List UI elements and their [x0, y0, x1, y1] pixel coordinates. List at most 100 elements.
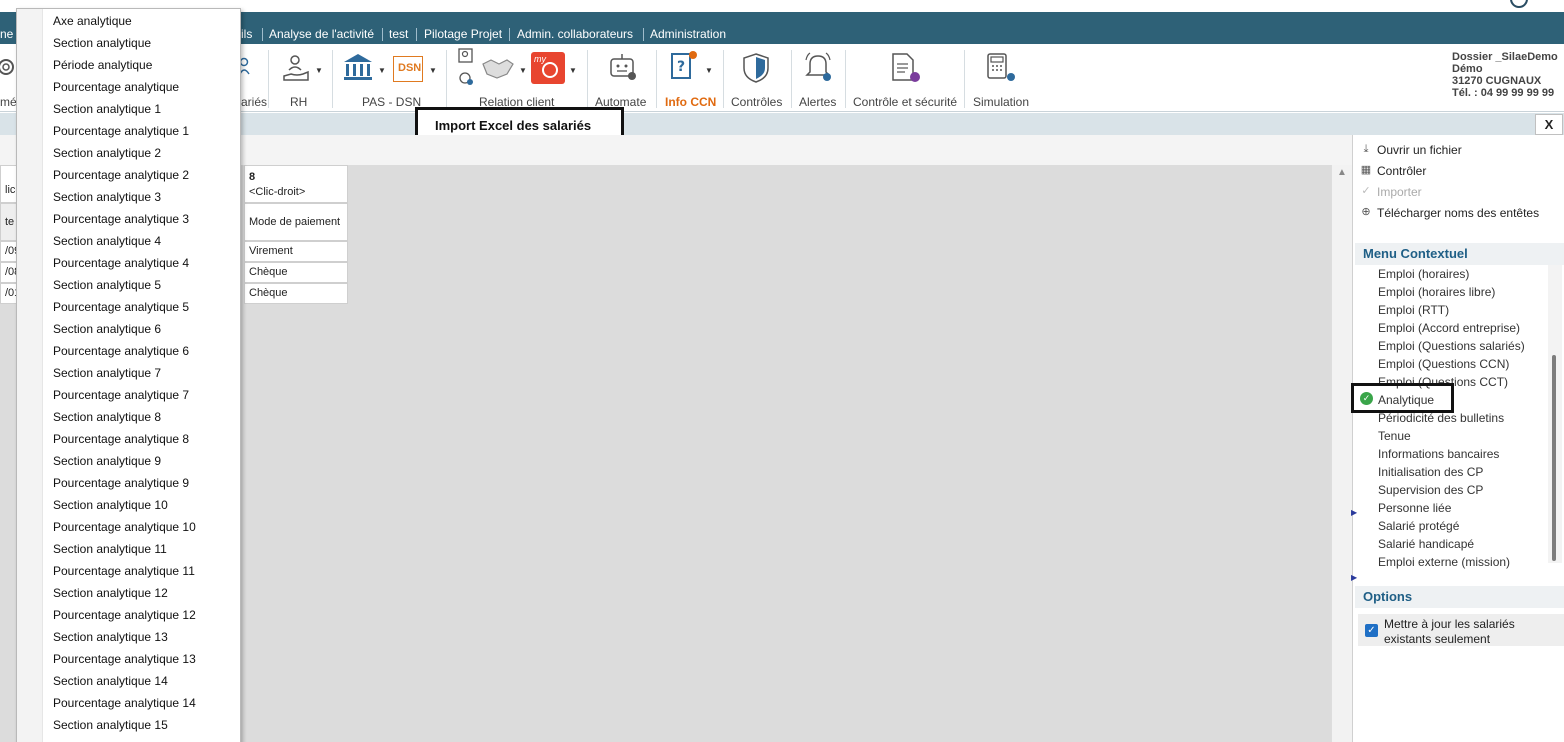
scroll-up-arrow-icon[interactable]: ▲ — [1337, 167, 1347, 178]
context-list-item[interactable]: Salarié handicapé — [1378, 537, 1474, 551]
document-clock-icon[interactable] — [890, 52, 922, 84]
shield-icon[interactable] — [742, 52, 772, 84]
settings-gear-small-icon[interactable] — [458, 70, 474, 86]
context-list-item[interactable]: Emploi externe (mission) — [1378, 555, 1510, 569]
menu-item-analyse-activite[interactable]: Analyse de l'activité — [269, 27, 374, 41]
contact-card-icon[interactable] — [458, 48, 474, 64]
calculator-icon[interactable] — [985, 52, 1017, 84]
context-menu-item[interactable]: Section analytique — [53, 32, 151, 54]
context-list-item[interactable]: Emploi (horaires) — [1378, 267, 1469, 281]
myae-logo-icon[interactable]: my — [531, 52, 565, 84]
context-list-item[interactable]: Emploi (Accord entreprise) — [1378, 321, 1520, 335]
action-importer[interactable]: Importer — [1377, 185, 1422, 199]
context-menu-item[interactable]: Pourcentage analytique 2 — [53, 164, 189, 186]
context-list-item[interactable]: Périodicité des bulletins — [1378, 411, 1504, 425]
context-menu-item[interactable]: Pourcentage analytique 9 — [53, 472, 189, 494]
rh-dropdown-caret[interactable]: ▼ — [315, 66, 323, 75]
context-menu-item[interactable]: Pourcentage analytique 3 — [53, 208, 189, 230]
context-menu-item[interactable]: Section analytique 12 — [53, 582, 168, 604]
context-menu-item[interactable]: Section analytique 2 — [53, 142, 161, 164]
context-list-item[interactable]: Emploi (horaires libre) — [1378, 285, 1495, 299]
menu-item-administration[interactable]: Administration — [650, 27, 726, 41]
grid-vertical-scrollbar[interactable]: ▲ — [1331, 165, 1352, 742]
context-menu-item[interactable]: Section analytique 3 — [53, 186, 161, 208]
context-list-item[interactable]: Emploi (Questions salariés) — [1378, 339, 1525, 353]
context-menu-item[interactable]: Section analytique 1 — [53, 98, 161, 120]
context-menu-item[interactable]: Section analytique 4 — [53, 230, 161, 252]
toolbar-separator — [964, 50, 965, 108]
option-label[interactable]: Mettre à jour les salariés existants seu… — [1384, 617, 1515, 647]
context-list-item[interactable]: Personne liée — [1378, 501, 1451, 515]
context-menu-item[interactable]: Section analytique 10 — [53, 494, 168, 516]
right-action-panel: ⤓ Ouvrir un fichier ▦ Contrôler ✓ Import… — [1352, 135, 1564, 742]
action-ouvrir-fichier[interactable]: Ouvrir un fichier — [1377, 143, 1462, 157]
action-controler[interactable]: Contrôler — [1377, 164, 1426, 178]
menu-item-admin-collaborateurs[interactable]: Admin. collaborateurs — [517, 27, 633, 41]
context-menu-item[interactable]: Pourcentage analytique 13 — [53, 648, 196, 670]
menu-item-pilotage-projet[interactable]: Pilotage Projet — [424, 27, 502, 41]
menu-item-home[interactable]: ne — [0, 27, 13, 41]
context-menu-scrollbar[interactable] — [1548, 265, 1562, 563]
context-list-item[interactable]: Salarié protégé — [1378, 519, 1459, 533]
table-cell[interactable]: Chèque — [244, 283, 348, 304]
bank-icon[interactable] — [342, 52, 374, 82]
context-list-item[interactable]: Initialisation des CP — [1378, 465, 1483, 479]
context-list-item[interactable]: Supervision des CP — [1378, 483, 1483, 497]
context-menu-item[interactable]: Pourcentage analytique 15 — [53, 736, 196, 742]
bell-icon[interactable] — [804, 50, 834, 84]
dsn-dropdown-caret[interactable]: ▼ — [429, 66, 437, 75]
option-checkbox[interactable]: ✓ — [1365, 624, 1378, 637]
context-menu-item[interactable]: Section analytique 15 — [53, 714, 168, 736]
context-menu-item[interactable]: Section analytique 5 — [53, 274, 161, 296]
relation-dropdown-caret[interactable]: ▼ — [519, 66, 527, 75]
context-menu-item[interactable]: Pourcentage analytique 1 — [53, 120, 189, 142]
table-column-field-8[interactable]: Mode de paiement — [244, 203, 348, 241]
context-menu-item[interactable]: Section analytique 7 — [53, 362, 161, 384]
context-menu-item[interactable]: Axe analytique — [53, 10, 132, 32]
context-menu-item[interactable]: Section analytique 14 — [53, 670, 168, 692]
menu-item-test[interactable]: test — [389, 27, 408, 41]
check-green-icon: ✓ — [1360, 392, 1373, 405]
context-menu-item[interactable]: Pourcentage analytique 6 — [53, 340, 189, 362]
context-list-item[interactable]: Emploi (Questions CCN) — [1378, 357, 1509, 371]
dsn-logo-icon[interactable]: DSN — [393, 56, 423, 82]
context-menu-item[interactable]: Section analytique 11 — [53, 538, 167, 560]
context-menu-item[interactable]: Pourcentage analytique 11 — [53, 560, 195, 582]
table-column-header-8[interactable]: 8 <Clic-droit> — [244, 165, 348, 203]
handshake-icon[interactable] — [481, 54, 515, 82]
context-menu-item[interactable]: Pourcentage analytique — [53, 76, 179, 98]
robot-icon[interactable] — [608, 52, 638, 84]
context-menu-item[interactable]: Période analytique — [53, 54, 152, 76]
splitter-arrow-icon[interactable]: ▶ — [1351, 573, 1357, 582]
myae-dropdown-caret[interactable]: ▼ — [569, 66, 577, 75]
action-telecharger-entetes[interactable]: Télécharger noms des entêtes — [1377, 206, 1539, 220]
table-cell[interactable]: Virement — [244, 241, 348, 262]
help-icon[interactable] — [1510, 0, 1528, 8]
close-window-button[interactable]: X — [1535, 114, 1563, 135]
context-menu-item[interactable]: Pourcentage analytique 8 — [53, 428, 189, 450]
context-list-item[interactable]: Informations bancaires — [1378, 447, 1499, 461]
hand-person-icon[interactable] — [281, 54, 311, 84]
scrollbar-thumb[interactable] — [1552, 355, 1556, 561]
users-icon[interactable] — [240, 56, 256, 80]
context-menu-item[interactable]: Pourcentage analytique 14 — [53, 692, 196, 714]
pas-dropdown-caret[interactable]: ▼ — [378, 66, 386, 75]
menu-separator — [643, 28, 644, 41]
context-menu-item[interactable]: Section analytique 6 — [53, 318, 161, 340]
context-menu-item[interactable]: Pourcentage analytique 10 — [53, 516, 196, 538]
context-menu-item[interactable]: Section analytique 13 — [53, 626, 168, 648]
context-menu-item[interactable]: Pourcentage analytique 7 — [53, 384, 189, 406]
context-menu-item[interactable]: Pourcentage analytique 4 — [53, 252, 189, 274]
context-list-item[interactable]: Emploi (RTT) — [1378, 303, 1449, 317]
info-dropdown-caret[interactable]: ▼ — [705, 66, 713, 75]
context-menu-item[interactable]: Pourcentage analytique 5 — [53, 296, 189, 318]
context-menu-item[interactable]: Pourcentage analytique 12 — [53, 604, 196, 626]
info-book-icon[interactable]: ? — [669, 50, 703, 84]
table-cell[interactable]: Chèque — [244, 262, 348, 283]
context-menu-item[interactable]: Section analytique 8 — [53, 406, 161, 428]
context-menu-item[interactable]: Section analytique 9 — [53, 450, 161, 472]
option-label-line2: existants seulement — [1384, 632, 1491, 646]
splitter-arrow-icon[interactable]: ▶ — [1351, 508, 1357, 517]
menu-item-outils[interactable]: ils — [241, 27, 252, 41]
context-list-item[interactable]: Tenue — [1378, 429, 1411, 443]
